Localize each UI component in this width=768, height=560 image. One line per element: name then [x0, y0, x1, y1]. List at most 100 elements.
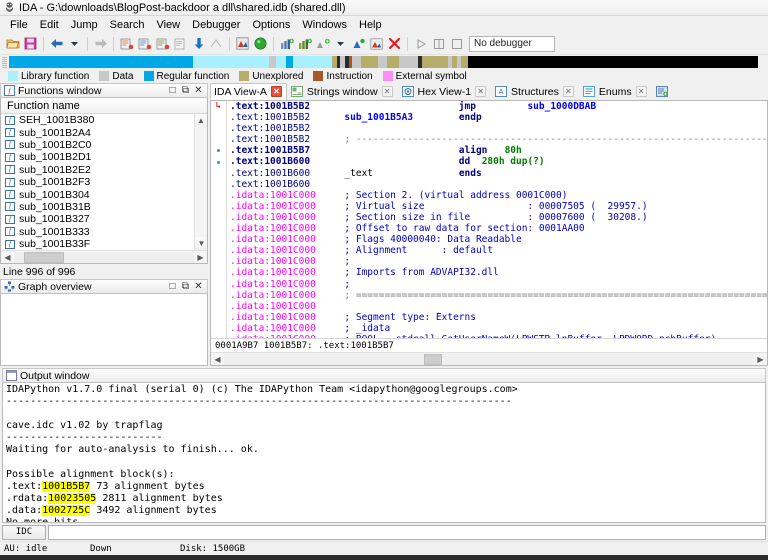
- forward-icon[interactable]: [92, 35, 109, 52]
- menu-options[interactable]: Options: [246, 18, 296, 32]
- menu-jump[interactable]: Jump: [65, 18, 104, 32]
- open-icon[interactable]: [4, 35, 21, 52]
- menu-search[interactable]: Search: [104, 18, 151, 32]
- tab-close-icon[interactable]: ✕: [475, 86, 487, 97]
- step-over-icon[interactable]: [314, 35, 331, 52]
- disassembly-line[interactable]: .idata:1001C000 ; ======================…: [230, 290, 767, 301]
- navband-segment[interactable]: [460, 56, 469, 68]
- functions-horizontal-scrollbar[interactable]: ◀ ▶: [1, 250, 207, 263]
- menu-file[interactable]: File: [4, 18, 34, 32]
- tab-ida-view-a[interactable]: IDA View-A ✕: [210, 83, 287, 100]
- breakpoint-icon[interactable]: [278, 35, 295, 52]
- disassembly-line[interactable]: .text:1001B5B7 align 80h: [230, 145, 767, 156]
- disassembly-line[interactable]: .text:1001B600 dd 280h dup(?): [230, 156, 767, 167]
- disassembly-line[interactable]: .idata:1001C000 ; Virtual size : 0000750…: [230, 201, 767, 212]
- menu-edit[interactable]: Edit: [34, 18, 65, 32]
- horizontal-scroll-track[interactable]: [224, 353, 754, 365]
- horizontal-scroll-thumb[interactable]: [24, 251, 64, 263]
- cli-language-button[interactable]: IDC: [2, 524, 46, 540]
- menu-view[interactable]: View: [150, 18, 186, 32]
- navband-segment[interactable]: [398, 56, 418, 68]
- graph-icon[interactable]: [234, 35, 251, 52]
- tab-imports[interactable]: [652, 83, 677, 100]
- disassembly-area[interactable]: ↳ .text:1001B5B2 jmp sub_1000DBAB .text:1…: [211, 101, 767, 338]
- output-window-text[interactable]: IDAPython v1.7.0 final (serial 0) (c) Th…: [2, 383, 766, 523]
- scroll-right-icon[interactable]: ▶: [194, 253, 207, 262]
- tab-close-icon[interactable]: ✕: [635, 86, 647, 97]
- graph-overview-canvas[interactable]: [0, 294, 208, 366]
- breakpoint-marker[interactable]: [217, 160, 220, 164]
- run-icon[interactable]: [252, 35, 269, 52]
- list-item[interactable]: f sub_1001B2C0: [1, 139, 207, 151]
- breakpoint-marker[interactable]: [217, 149, 220, 153]
- disassembly-line[interactable]: .text:1001B5B2 ; -----------------------…: [230, 134, 767, 145]
- tab-close-icon[interactable]: ✕: [270, 86, 282, 97]
- struct-icon[interactable]: [154, 35, 171, 52]
- disassembly-line[interactable]: .text:1001B5B2 jmp sub_1000DBAB: [230, 101, 767, 112]
- list-item[interactable]: f sub_1001B2A4: [1, 126, 207, 139]
- list-item[interactable]: f sub_1001B304: [1, 188, 207, 201]
- tab-strings-window[interactable]: Strings window ✕: [287, 83, 398, 100]
- back-dropdown-icon[interactable]: [66, 35, 83, 52]
- menu-debugger[interactable]: Debugger: [186, 18, 246, 32]
- list-item[interactable]: f sub_1001B2D1: [1, 151, 207, 163]
- navband-segment[interactable]: [361, 56, 378, 68]
- list-item[interactable]: f sub_1001B333: [1, 226, 207, 238]
- trace-icon[interactable]: [350, 35, 367, 52]
- disassembly-line[interactable]: .text:1001B5B2 sub_1001B5A3 endp: [230, 112, 767, 123]
- list-item[interactable]: f sub_1001B2F3: [1, 176, 207, 188]
- cli-input[interactable]: [48, 524, 766, 540]
- undock-icon[interactable]: ⧉: [179, 281, 192, 293]
- undefine-icon[interactable]: [172, 35, 189, 52]
- save-icon[interactable]: [22, 35, 39, 52]
- step-icon[interactable]: [296, 35, 313, 52]
- functions-column-header[interactable]: Function name: [1, 98, 207, 114]
- step-dropdown-icon[interactable]: [332, 35, 349, 52]
- navband-segment[interactable]: [9, 56, 194, 68]
- functions-vertical-scrollbar[interactable]: ▲ ▼: [194, 114, 207, 250]
- disassembly-line[interactable]: .text:1001B600 _text ends: [230, 168, 767, 179]
- stop-icon[interactable]: [386, 35, 403, 52]
- menu-help[interactable]: Help: [353, 18, 388, 32]
- terminate-icon[interactable]: [448, 35, 465, 52]
- list-item[interactable]: f sub_1001B31B: [1, 201, 207, 213]
- disassembly-line[interactable]: .text:1001B5B2: [230, 123, 767, 134]
- scroll-left-icon[interactable]: ◀: [211, 355, 224, 364]
- list-item[interactable]: f sub_1001B327: [1, 213, 207, 225]
- disassembly-line[interactable]: .idata:1001C000 ; Segment type: Externs: [230, 312, 767, 323]
- disassembly-line[interactable]: .idata:1001C000 ; Offset to raw data for…: [230, 223, 767, 234]
- navigation-band[interactable]: [9, 56, 762, 68]
- pause-icon[interactable]: [430, 35, 447, 52]
- disassembly-code[interactable]: .text:1001B5B2 jmp sub_1000DBAB .text:100…: [227, 101, 767, 338]
- list-item[interactable]: f sub_1001B2E2: [1, 164, 207, 176]
- stack-icon[interactable]: [368, 35, 385, 52]
- scroll-down-icon[interactable]: ▼: [195, 237, 207, 250]
- navband-segment[interactable]: [268, 56, 276, 68]
- undock-icon[interactable]: ⧉: [179, 85, 192, 97]
- nav-icon[interactable]: [208, 35, 225, 52]
- scroll-left-icon[interactable]: ◀: [1, 253, 14, 262]
- navband-segment[interactable]: [352, 56, 362, 68]
- disassembly-line[interactable]: .idata:1001C000 ; Alignment : default: [230, 245, 767, 256]
- disassembly-horizontal-scrollbar[interactable]: ◀ ▶: [211, 352, 767, 365]
- disassembly-line[interactable]: .idata:1001C000 ; Section 2. (virtual ad…: [230, 190, 767, 201]
- list-item[interactable]: f sub_1001B33F: [1, 238, 207, 250]
- navband-segment[interactable]: [286, 56, 293, 68]
- navband-segment[interactable]: [468, 56, 759, 68]
- disassembly-line[interactable]: .idata:1001C000 ; Flags 40000040: Data R…: [230, 234, 767, 245]
- tab-enums[interactable]: Enums ✕: [579, 83, 652, 100]
- tab-close-icon[interactable]: ✕: [562, 86, 574, 97]
- list-item[interactable]: f SEH_1001B380: [1, 114, 207, 126]
- navband-segment[interactable]: [422, 56, 448, 68]
- restore-icon[interactable]: □: [166, 85, 179, 97]
- tab-close-icon[interactable]: ✕: [381, 86, 393, 97]
- scroll-up-icon[interactable]: ▲: [195, 114, 207, 127]
- back-icon[interactable]: [48, 35, 65, 52]
- close-icon[interactable]: ✕: [192, 85, 205, 97]
- debugger-selector[interactable]: No debugger: [469, 35, 555, 52]
- disassembly-line[interactable]: .idata:1001C000 ; _idata: [230, 323, 767, 334]
- disassembly-line[interactable]: .text:1001B600: [230, 179, 767, 190]
- disassembly-line[interactable]: .idata:1001C000 ;: [230, 279, 767, 290]
- menu-windows[interactable]: Windows: [296, 18, 353, 32]
- scroll-right-icon[interactable]: ▶: [754, 355, 767, 364]
